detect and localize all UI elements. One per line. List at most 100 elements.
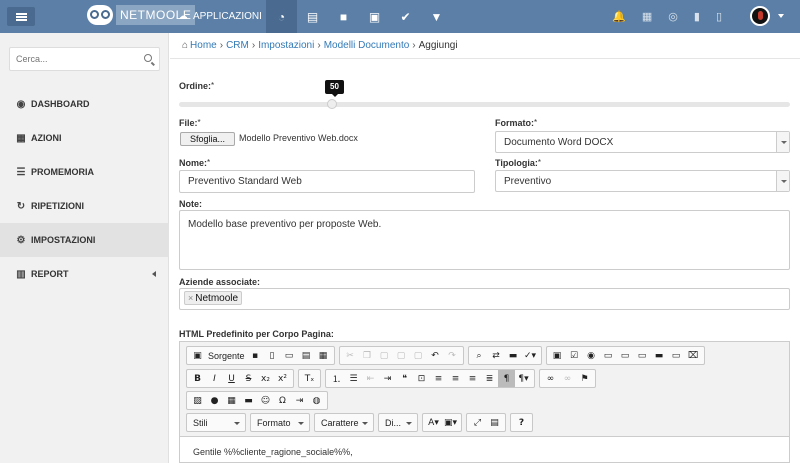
button-field-icon[interactable]: ▬ [651,347,668,364]
flash-icon[interactable]: ● [206,392,223,409]
note-textarea[interactable]: Modello base preventivo per proposte Web… [179,210,790,270]
blockquote-icon[interactable]: ❝ [396,370,413,387]
breadcrumb-impostazioni[interactable]: Impostazioni [258,40,314,51]
tipologia-select[interactable]: Preventivo [495,170,790,192]
toolbox-icon[interactable]: ▣ [359,0,390,33]
bookmark-icon[interactable]: ▮ [694,10,700,23]
breadcrumb-modelli-documento[interactable]: Modelli Documento [324,40,410,51]
chevron-left-icon[interactable] [152,271,156,277]
breadcrumb-home[interactable]: Home [190,40,217,51]
help-icon[interactable]: ? [513,414,530,431]
rtl-icon[interactable]: ¶▾ [515,370,532,387]
sidebar-item-ripetizioni[interactable]: ↻ RIPETIZIONI [0,189,169,223]
menu-toggle-button[interactable] [7,7,35,26]
aziende-multiselect[interactable] [179,288,790,310]
bell-icon[interactable]: 🔔 [612,10,626,23]
chevron-down-icon[interactable] [778,14,784,18]
building-icon[interactable]: ▤ [297,0,328,33]
filter-icon[interactable]: ▼ [421,0,452,33]
editor-content[interactable]: Gentile %%cliente_ragione_sociale%%, [180,436,789,462]
numbered-list-icon[interactable]: ⒈ [328,370,345,387]
sidebar-item-dashboard[interactable]: ◉ DASHBOARD [0,87,169,121]
nome-input[interactable]: Preventivo Standard Web [179,170,475,193]
sidebar-item-impostazioni[interactable]: ⚙ IMPOSTAZIONI [0,223,169,257]
copy-icon[interactable]: ❐ [359,347,376,364]
italic-icon[interactable]: I [206,370,223,387]
justify-icon[interactable]: ≣ [481,370,498,387]
hidden-field-icon[interactable]: ⌧ [685,347,702,364]
remove-tag-icon[interactable]: × [188,293,193,303]
iframe-icon[interactable]: ◍ [308,392,325,409]
superscript-icon[interactable]: x² [274,370,291,387]
check-icon[interactable]: ✔ [390,0,421,33]
sidebar-item-report[interactable]: ▥ REPORT [0,257,169,291]
search-input[interactable] [16,48,136,70]
document-icon[interactable]: ▯ [716,10,722,23]
indent-icon[interactable]: ⇥ [379,370,396,387]
subscript-icon[interactable]: x₂ [257,370,274,387]
horizontal-line-icon[interactable]: ▬ [240,392,257,409]
replace-icon[interactable]: ⇄ [488,347,505,364]
format-dropdown[interactable]: Formato [250,413,310,432]
cut-icon[interactable]: ✂ [342,347,359,364]
radio-icon[interactable]: ◉ [583,347,600,364]
outdent-icon[interactable]: ⇤ [362,370,379,387]
styles-dropdown[interactable]: Stili [186,413,246,432]
unlink-icon[interactable]: ∞ [559,370,576,387]
form-icon[interactable]: ▣ [549,347,566,364]
search-icon[interactable] [144,54,152,62]
text-color-icon[interactable]: A▾ [425,414,442,431]
maximize-icon[interactable]: ⤢ [469,414,486,431]
formato-select[interactable]: Documento Word DOCX [495,131,790,153]
ltr-icon[interactable]: ¶ [498,370,515,387]
breadcrumb-crm[interactable]: CRM [226,40,249,51]
bold-icon[interactable]: B [189,370,206,387]
select-field-icon[interactable]: ▭ [634,347,651,364]
image-icon[interactable]: ▨ [189,392,206,409]
page-break-icon[interactable]: ⇥ [291,392,308,409]
table-icon[interactable]: ▦ [223,392,240,409]
checkbox-icon[interactable]: ☑ [566,347,583,364]
bulleted-list-icon[interactable]: ☰ [345,370,362,387]
image-button-icon[interactable]: ▭ [668,347,685,364]
div-container-icon[interactable]: ⊡ [413,370,430,387]
home-icon[interactable]: ⌂ [182,40,188,51]
support-icon[interactable]: ◎ [668,10,678,23]
undo-icon[interactable]: ↶ [427,347,444,364]
show-blocks-icon[interactable]: ▤ [486,414,503,431]
applications-menu[interactable]: ☁ APPLICAZIONI [170,0,270,33]
spellcheck-icon[interactable]: ✓▾ [522,347,539,364]
smiley-icon[interactable]: ☺ [257,392,274,409]
sidebar-item-azioni[interactable]: ▦ AZIONI [0,121,169,155]
paste-word-icon[interactable]: ▢ [410,347,427,364]
redo-icon[interactable]: ↷ [444,347,461,364]
font-size-dropdown[interactable]: Di... [378,413,418,432]
paste-text-icon[interactable]: ▢ [393,347,410,364]
bg-color-icon[interactable]: ▣▾ [442,414,459,431]
user-avatar[interactable] [750,6,770,26]
underline-icon[interactable]: U [223,370,240,387]
textfield-icon[interactable]: ▭ [600,347,617,364]
save-icon[interactable]: ▪ [247,347,264,364]
textarea-icon[interactable]: ▭ [617,347,634,364]
preview-icon[interactable]: ▭ [281,347,298,364]
dashboard-icon[interactable]: ◔ [266,0,297,33]
print-icon[interactable]: ▤ [298,347,315,364]
calendar-icon[interactable]: ▦ [642,10,652,23]
align-left-icon[interactable]: ≡ [430,370,447,387]
ordine-slider-handle[interactable] [327,99,337,109]
remove-format-icon[interactable]: Tₓ [301,370,318,387]
select-all-icon[interactable]: ▬ [505,347,522,364]
font-dropdown[interactable]: Carattere [314,413,374,432]
ordine-slider-track[interactable] [179,102,790,107]
align-right-icon[interactable]: ≡ [464,370,481,387]
strike-icon[interactable]: S [240,370,257,387]
source-icon[interactable]: ▣ [189,347,206,364]
align-center-icon[interactable]: ≡ [447,370,464,387]
anchor-flag-icon[interactable]: ⚑ [576,370,593,387]
briefcase-icon[interactable]: ■ [328,0,359,33]
special-char-icon[interactable]: Ω [274,392,291,409]
browse-file-button[interactable]: Sfoglia... [180,132,235,146]
source-button[interactable]: Sorgente [206,347,247,364]
paste-icon[interactable]: ▢ [376,347,393,364]
